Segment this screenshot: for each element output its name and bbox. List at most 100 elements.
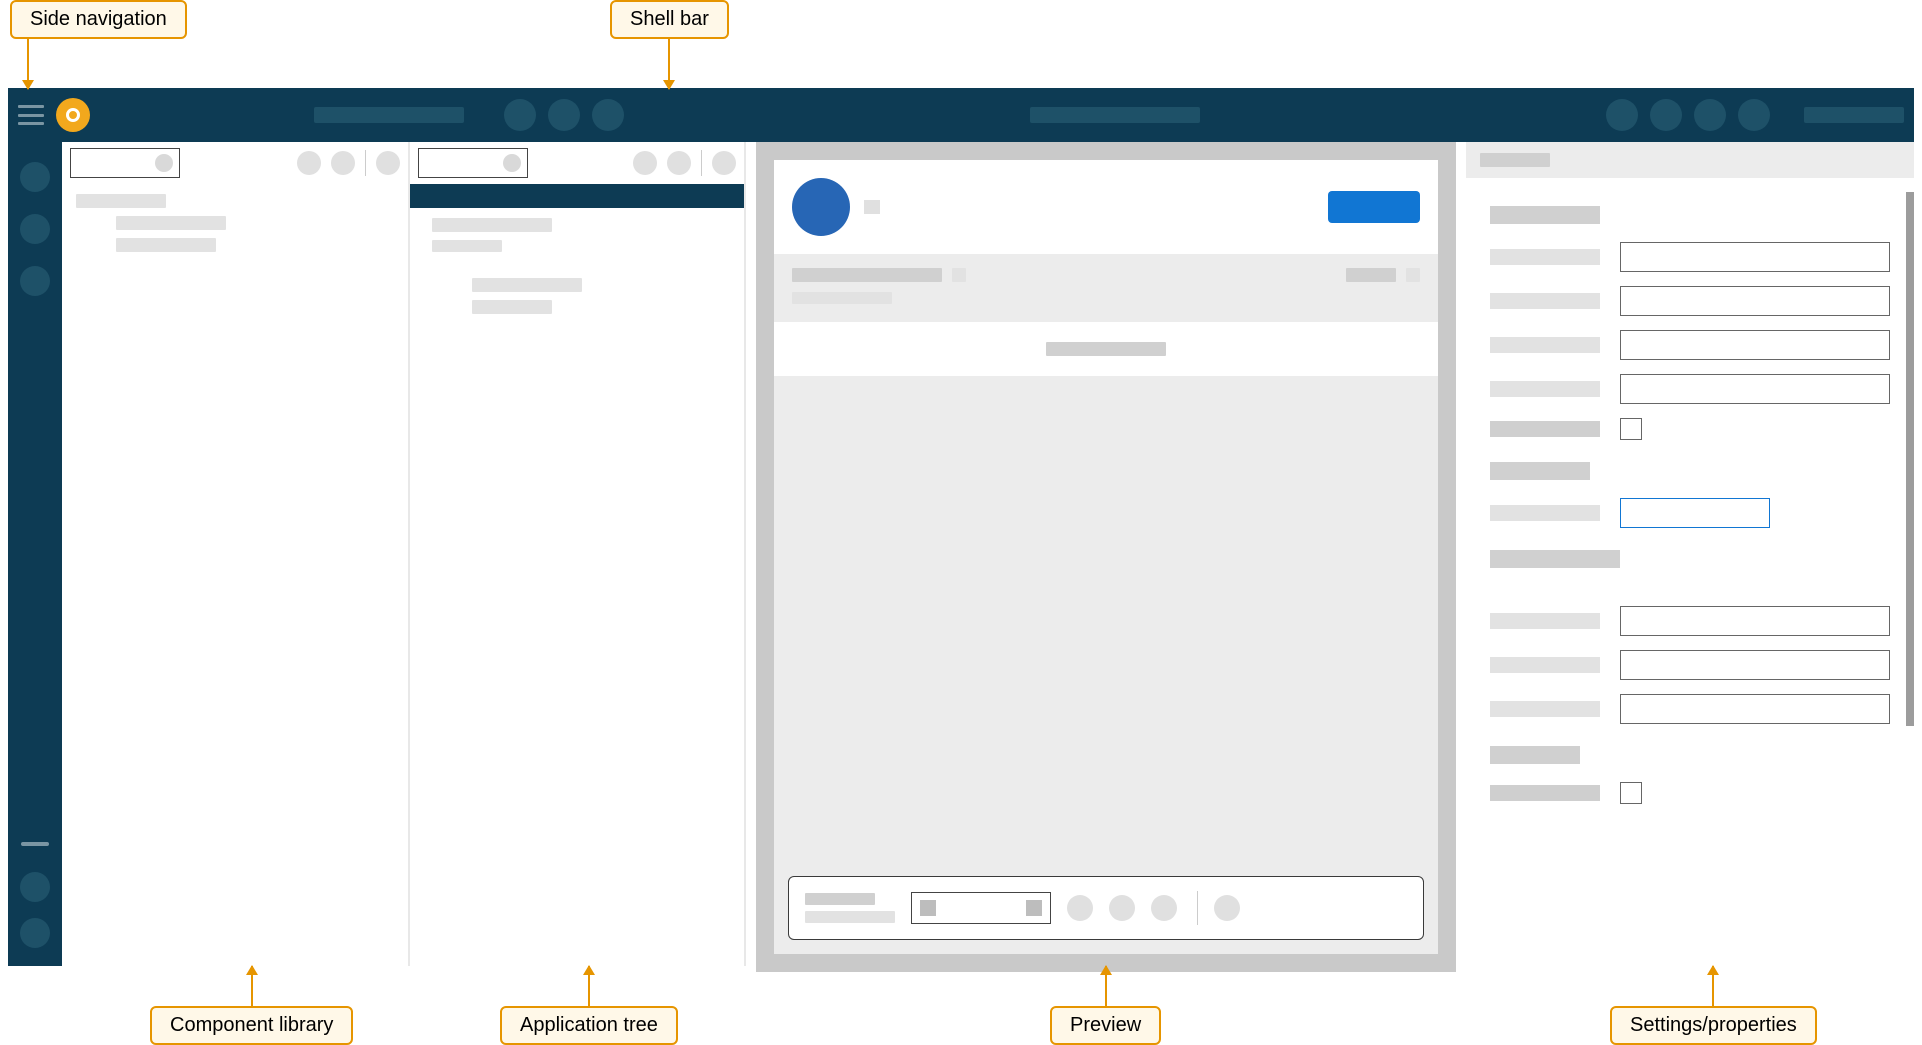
shell-title-placeholder [314,107,464,123]
prop-input[interactable] [1620,286,1890,316]
footer-segmented[interactable] [911,892,1051,924]
footer-action-2[interactable] [1109,895,1135,921]
callout-label: Side navigation [10,0,187,39]
prop-input[interactable] [1620,694,1890,724]
prop-input-focused[interactable] [1620,498,1770,528]
prop-label [1490,505,1600,521]
sidenav-divider [21,842,49,846]
sidenav-item-2[interactable] [20,214,50,244]
settings-section-1 [1490,206,1600,224]
preview-canvas[interactable] [774,160,1438,954]
component-library-panel [62,142,410,966]
preview-tab-label [1046,342,1166,356]
cl-item-3[interactable] [116,238,216,252]
footer-action-4[interactable] [1214,895,1240,921]
callout-line [1105,966,1107,1006]
prop-input[interactable] [1620,606,1890,636]
callout-settings: Settings/properties [1610,966,1817,1045]
prop-label [1490,249,1600,265]
prop-input[interactable] [1620,650,1890,680]
callout-side-navigation: Side navigation [10,0,187,89]
shell-right-2[interactable] [1650,99,1682,131]
cl-item-2[interactable] [116,216,226,230]
shell-action-3[interactable] [592,99,624,131]
footer-title-1 [805,893,875,905]
preview-tab-bar[interactable] [774,322,1438,376]
callout-label: Application tree [500,1006,678,1045]
prop-label [1490,785,1600,801]
tree-search-input[interactable] [418,148,528,178]
shell-action-1[interactable] [504,99,536,131]
cl-item-1[interactable] [76,194,166,208]
prop-input[interactable] [1620,374,1890,404]
prop-row [1490,374,1890,404]
tree-item-2[interactable] [432,240,502,252]
shell-right-placeholder [1804,107,1904,123]
prop-label [1490,613,1600,629]
footer-action-3[interactable] [1151,895,1177,921]
at-tool-1[interactable] [633,151,657,175]
tree-item-4[interactable] [472,300,552,314]
shell-right-1[interactable] [1606,99,1638,131]
prop-row [1490,330,1890,360]
footer-divider [1197,891,1198,925]
settings-section-4 [1490,746,1580,764]
callout-component-library: Component library [150,966,353,1045]
at-tool-3[interactable] [712,151,736,175]
component-search-input[interactable] [70,148,180,178]
prop-label [1490,337,1600,353]
callout-line [27,39,29,89]
cl-tool-1[interactable] [297,151,321,175]
cl-tool-3[interactable] [376,151,400,175]
shell-bar [8,88,1914,142]
prop-row [1490,650,1890,680]
settings-section-2 [1490,462,1590,480]
seg-left-icon [920,900,936,916]
callout-label: Preview [1050,1006,1161,1045]
prop-row [1490,418,1890,440]
callout-line [668,39,670,89]
prop-row [1490,498,1890,528]
preview-primary-button[interactable] [1328,191,1420,223]
sidenav-bottom-2[interactable] [20,918,50,948]
preview-footer-toolbar [788,876,1424,940]
menu-icon[interactable] [18,105,44,125]
prop-row [1490,242,1890,272]
prop-checkbox[interactable] [1620,418,1642,440]
prop-input[interactable] [1620,242,1890,272]
side-navigation [8,142,62,966]
prop-label [1490,421,1600,437]
prop-input[interactable] [1620,330,1890,360]
prop-label [1490,293,1600,309]
prop-checkbox[interactable] [1620,782,1642,804]
tree-item-1[interactable] [432,218,552,232]
prop-label [1490,381,1600,397]
preview-body [774,376,1438,954]
shell-right-3[interactable] [1694,99,1726,131]
sidenav-bottom-1[interactable] [20,872,50,902]
shell-action-2[interactable] [548,99,580,131]
cl-tool-2[interactable] [331,151,355,175]
prop-label [1490,701,1600,717]
cl-tool-divider [365,150,366,176]
tree-selected-row[interactable] [410,184,744,208]
sidenav-item-1[interactable] [20,162,50,192]
sidenav-item-3[interactable] [20,266,50,296]
main-area [8,142,1914,966]
preview-subheader [774,254,1438,322]
at-tool-2[interactable] [667,151,691,175]
at-tool-divider [701,150,702,176]
callout-line [251,966,253,1006]
settings-section-3 [1490,550,1620,568]
app-root [8,88,1914,966]
shell-right-4[interactable] [1738,99,1770,131]
tree-item-3[interactable] [472,278,582,292]
footer-action-1[interactable] [1067,895,1093,921]
avatar-icon[interactable] [792,178,850,236]
tree-list [410,208,744,324]
seg-right-icon [1026,900,1042,916]
search-icon [503,154,521,172]
preview-header [774,160,1438,254]
settings-scrollbar[interactable] [1906,192,1914,726]
brand-icon[interactable] [56,98,90,132]
